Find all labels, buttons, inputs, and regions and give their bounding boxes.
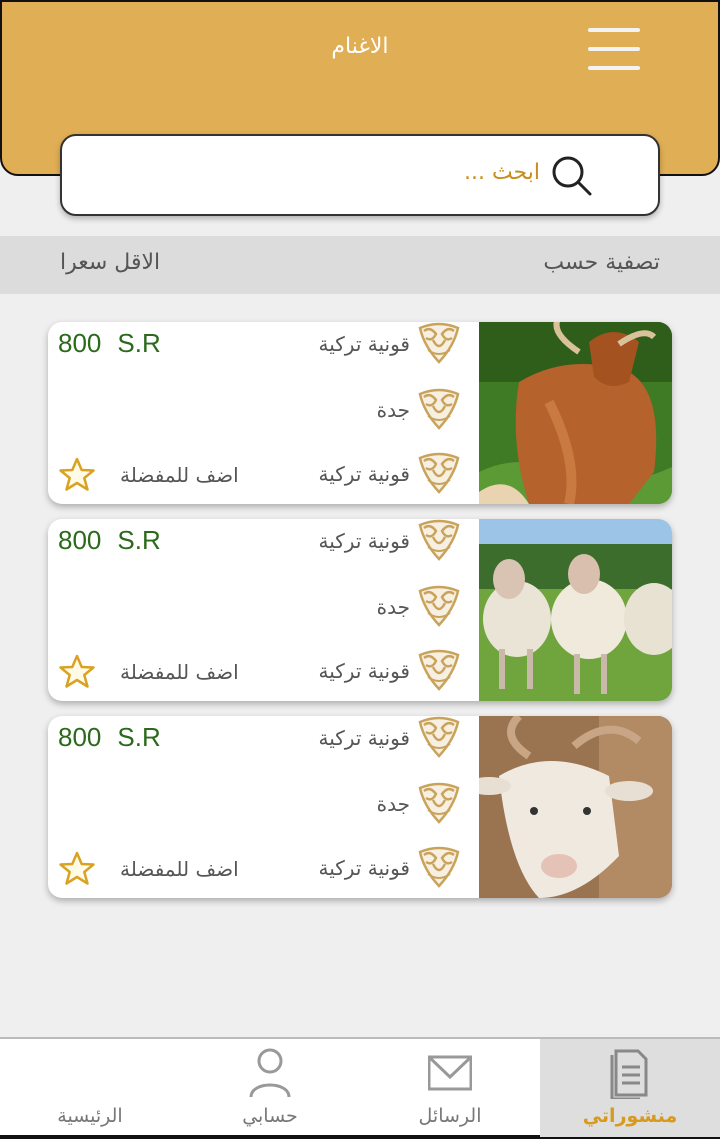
add-favorite-button[interactable]: اضف للمفضلة — [58, 850, 239, 888]
ram-logo-icon — [418, 649, 460, 691]
search-bar[interactable]: ابحث ... — [60, 134, 660, 216]
listing-price: 800 S.R — [58, 328, 161, 359]
listing-type-row: قونية تركية — [319, 452, 464, 496]
listing-city-row: جدة — [377, 585, 464, 629]
price-currency: S.R — [117, 525, 161, 555]
listing-photo[interactable] — [479, 716, 672, 898]
nav-home[interactable]: الرئيسية — [0, 1039, 180, 1137]
price-value: 800 — [58, 328, 102, 358]
star-icon — [59, 654, 95, 688]
price-value: 800 — [58, 525, 102, 555]
document-icon — [610, 1049, 648, 1099]
listing-breed: قونية تركية — [318, 529, 410, 553]
nav-account-label: حسابي — [242, 1105, 298, 1127]
ram-logo-icon — [418, 846, 460, 888]
listing-city: جدة — [376, 792, 410, 816]
search-icon[interactable] — [550, 154, 594, 198]
star-icon — [59, 457, 95, 491]
listing-type: قونية تركية — [318, 856, 410, 880]
listing-breed: قونية تركية — [318, 726, 410, 750]
listing-city-row: جدة — [377, 782, 464, 826]
price-currency: S.R — [117, 722, 161, 752]
filter-label: تصفية حسب — [543, 250, 660, 275]
nav-home-label: الرئيسية — [57, 1105, 123, 1127]
ram-logo-icon — [418, 452, 460, 494]
nav-my-posts[interactable]: منشوراتي — [540, 1039, 720, 1137]
listing-breed-row: قونية تركية — [319, 322, 464, 366]
listing-card[interactable]: 800 S.R قونية تركية جدة قونية تركية اضف للمفض… — [48, 322, 672, 504]
envelope-icon — [428, 1055, 472, 1091]
ram-logo-icon — [418, 782, 460, 824]
listing-photo[interactable] — [479, 519, 672, 701]
listing-breed: قونية تركية — [318, 332, 410, 356]
listing-price: 800 S.R — [58, 722, 161, 753]
star-icon — [59, 851, 95, 885]
listing-type-row: قونية تركية — [319, 846, 464, 890]
listing-card[interactable]: 800 S.R قونية تركية جدة قونية تركية اضف للمفض… — [48, 716, 672, 898]
ram-logo-icon — [418, 585, 460, 627]
nav-account[interactable]: حسابي — [180, 1039, 360, 1137]
listing-price: 800 S.R — [58, 525, 161, 556]
listing-city: جدة — [376, 595, 410, 619]
ram-logo-icon — [418, 716, 460, 758]
listing-breed-row: قونية تركية — [319, 716, 464, 760]
listing-city-row: جدة — [377, 388, 464, 432]
listing-city: جدة — [376, 398, 410, 422]
add-favorite-button[interactable]: اضف للمفضلة — [58, 456, 239, 494]
ram-logo-icon — [418, 322, 460, 364]
add-favorite-label: اضف للمفضلة — [120, 463, 239, 487]
listing-type: قونية تركية — [318, 659, 410, 683]
listing-photo[interactable] — [479, 322, 672, 504]
add-favorite-label: اضف للمفضلة — [120, 857, 239, 881]
bottom-navigation: الرئيسية حسابي الرسائل منشوراتي — [0, 1037, 720, 1139]
ram-logo-icon — [418, 519, 460, 561]
listing-type: قونية تركية — [318, 462, 410, 486]
add-favorite-label: اضف للمفضلة — [120, 660, 239, 684]
nav-my-posts-label: منشوراتي — [582, 1105, 678, 1127]
nav-messages-label: الرسائل — [418, 1105, 482, 1127]
search-input[interactable]: ابحث ... — [464, 160, 540, 185]
user-icon — [249, 1048, 291, 1098]
listing-type-row: قونية تركية — [319, 649, 464, 693]
price-value: 800 — [58, 722, 102, 752]
listing-breed-row: قونية تركية — [319, 519, 464, 563]
sort-option[interactable]: الاقل سعرا — [60, 250, 160, 275]
menu-icon[interactable] — [588, 28, 640, 70]
nav-messages[interactable]: الرسائل — [360, 1039, 540, 1137]
price-currency: S.R — [117, 328, 161, 358]
filter-bar[interactable]: تصفية حسب الاقل سعرا — [0, 236, 720, 294]
listing-card[interactable]: 800 S.R قونية تركية جدة قونية تركية اضف للمفض… — [48, 519, 672, 701]
ram-logo-icon — [418, 388, 460, 430]
add-favorite-button[interactable]: اضف للمفضلة — [58, 653, 239, 691]
